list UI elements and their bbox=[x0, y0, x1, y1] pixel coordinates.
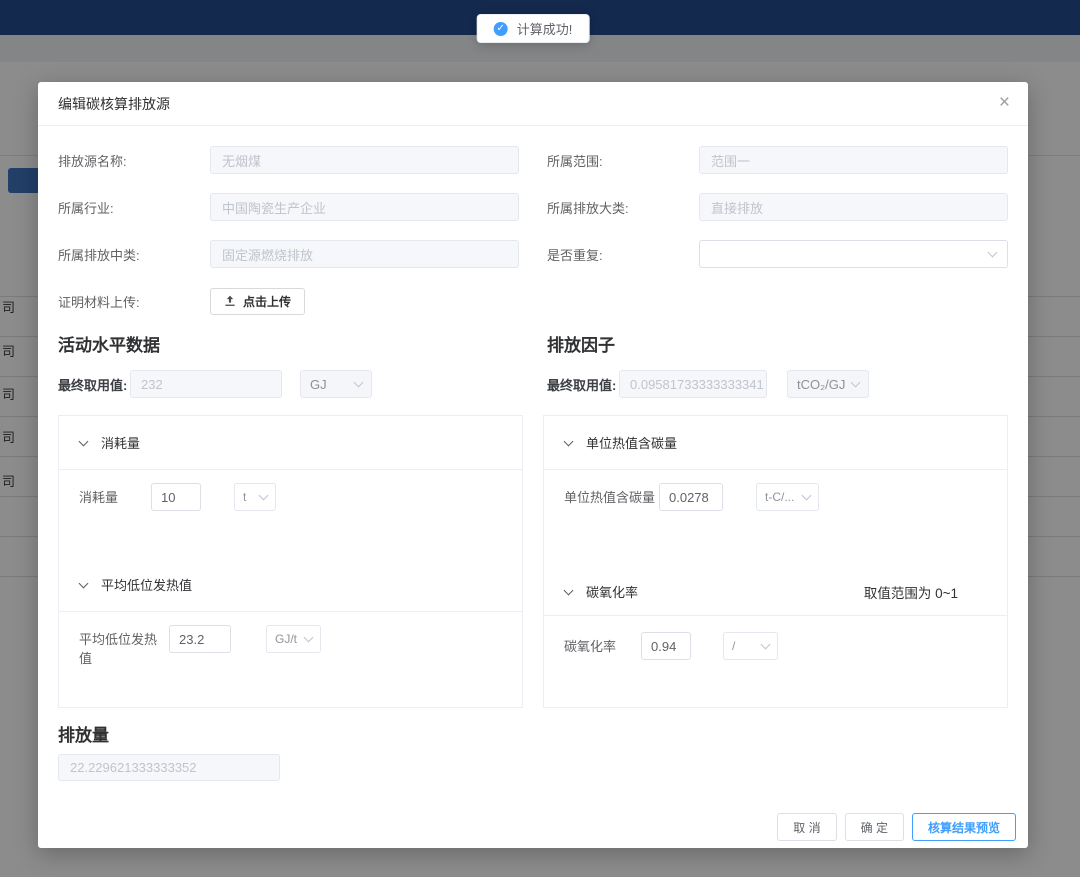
major-category-label: 所属排放大类: bbox=[547, 198, 699, 217]
heating-value-unit-select[interactable]: GJ/t bbox=[266, 625, 321, 653]
scope-label: 所属范围: bbox=[547, 151, 699, 170]
industry-label: 所属行业: bbox=[58, 198, 210, 217]
carbon-content-unit-select[interactable]: t-C/... bbox=[756, 483, 819, 511]
toast-message: 计算成功! bbox=[517, 19, 573, 38]
dialog-footer: 取 消 确 定 核算结果预览 bbox=[777, 813, 1016, 841]
cancel-button[interactable]: 取 消 bbox=[777, 813, 836, 841]
chevron-down-icon bbox=[79, 436, 89, 446]
factor-final-label: 最终取用值: bbox=[547, 375, 619, 394]
major-category-input: 直接排放 bbox=[699, 193, 1008, 221]
mid-category-label: 所属排放中类: bbox=[58, 245, 210, 264]
field-mid-category: 所属排放中类: 固定源燃烧排放 bbox=[58, 240, 519, 268]
field-major-category: 所属排放大类: 直接排放 bbox=[547, 193, 1008, 221]
chevron-down-icon bbox=[851, 378, 861, 388]
oxidation-rate-label: 碳氧化率 bbox=[564, 632, 641, 656]
source-name-label: 排放源名称: bbox=[58, 151, 210, 170]
upload-label: 证明材料上传: bbox=[58, 292, 210, 311]
check-circle-icon: ✓ bbox=[494, 22, 508, 36]
upload-icon bbox=[224, 295, 236, 307]
carbon-content-input[interactable] bbox=[659, 483, 723, 511]
carbon-content-label: 单位热值含碳量 bbox=[564, 483, 659, 507]
activity-final-row: 最终取用值: 232 GJ bbox=[58, 370, 519, 398]
chevron-down-icon bbox=[564, 585, 574, 595]
activity-collapse: 消耗量 消耗量 t bbox=[58, 415, 523, 708]
emission-factor-heading: 排放因子 bbox=[547, 331, 1008, 356]
collapse-title: 平均低位发热值 bbox=[101, 575, 192, 594]
source-name-input: 无烟煤 bbox=[210, 146, 519, 174]
field-is-duplicate: 是否重复: bbox=[547, 240, 1008, 268]
chevron-down-icon bbox=[354, 378, 364, 388]
field-industry: 所属行业: 中国陶瓷生产企业 bbox=[58, 193, 519, 221]
factor-final-unit-select: tCO₂/GJ bbox=[787, 370, 869, 398]
collapse-title: 消耗量 bbox=[101, 433, 140, 452]
activity-data-heading: 活动水平数据 bbox=[58, 331, 519, 356]
emission-amount-input: 22.229621333333352 bbox=[58, 754, 280, 781]
collapse-title: 单位热值含碳量 bbox=[586, 433, 677, 452]
collapse-header-carbon-content[interactable]: 单位热值含碳量 bbox=[544, 416, 1007, 470]
collapse-header-consumption[interactable]: 消耗量 bbox=[59, 416, 522, 470]
factor-final-input: 0.09581733333333341 bbox=[619, 370, 767, 398]
heating-value-label: 平均低位发热值 bbox=[79, 625, 169, 668]
confirm-button[interactable]: 确 定 bbox=[845, 813, 904, 841]
oxidation-rate-hint: 取值范围为 0~1 bbox=[864, 582, 958, 602]
consumption-label: 消耗量 bbox=[79, 483, 151, 507]
chevron-down-icon bbox=[802, 491, 812, 501]
factor-final-row: 最终取用值: 0.09581733333333341 tCO₂/GJ bbox=[547, 370, 1008, 398]
is-duplicate-label: 是否重复: bbox=[547, 245, 699, 264]
collapse-title: 碳氧化率 bbox=[586, 582, 638, 601]
consumption-unit-select[interactable]: t bbox=[234, 483, 276, 511]
scope-input: 范围一 bbox=[699, 146, 1008, 174]
field-source-name: 排放源名称: 无烟煤 bbox=[58, 146, 519, 174]
collapse-header-oxidation-rate[interactable]: 碳氧化率 取值范围为 0~1 bbox=[544, 568, 1007, 616]
edit-emission-source-dialog: 编辑碳核算排放源 × 排放源名称: 无烟煤 所属范围: 范围一 所属行业: 中国… bbox=[38, 82, 1028, 848]
field-upload: 证明材料上传: 点击上传 bbox=[58, 287, 1008, 315]
emission-amount-heading: 排放量 bbox=[58, 721, 1008, 746]
consumption-input[interactable] bbox=[151, 483, 201, 511]
oxidation-rate-unit-select[interactable]: / bbox=[723, 632, 778, 660]
mid-category-input: 固定源燃烧排放 bbox=[210, 240, 519, 268]
dialog-header: 编辑碳核算排放源 × bbox=[38, 82, 1028, 126]
chevron-down-icon bbox=[79, 578, 89, 588]
chevron-down-icon bbox=[304, 633, 314, 643]
activity-final-label: 最终取用值: bbox=[58, 375, 130, 394]
dialog-body: 排放源名称: 无烟煤 所属范围: 范围一 所属行业: 中国陶瓷生产企业 所属排放… bbox=[38, 126, 1028, 801]
factor-collapse: 单位热值含碳量 单位热值含碳量 t-C/... bbox=[543, 415, 1008, 708]
close-icon[interactable]: × bbox=[999, 91, 1010, 115]
activity-final-unit-select: GJ bbox=[300, 370, 372, 398]
chevron-down-icon bbox=[259, 491, 269, 501]
field-scope: 所属范围: 范围一 bbox=[547, 146, 1008, 174]
upload-button[interactable]: 点击上传 bbox=[210, 288, 305, 315]
result-preview-button[interactable]: 核算结果预览 bbox=[912, 813, 1016, 841]
chevron-down-icon bbox=[988, 248, 998, 258]
heating-value-input[interactable] bbox=[169, 625, 231, 653]
chevron-down-icon bbox=[761, 640, 771, 650]
success-toast: ✓ 计算成功! bbox=[477, 14, 590, 43]
industry-input: 中国陶瓷生产企业 bbox=[210, 193, 519, 221]
chevron-down-icon bbox=[564, 436, 574, 446]
activity-final-input: 232 bbox=[130, 370, 282, 398]
dialog-title: 编辑碳核算排放源 bbox=[58, 94, 170, 114]
oxidation-rate-input[interactable] bbox=[641, 632, 691, 660]
collapse-header-heating-value[interactable]: 平均低位发热值 bbox=[59, 558, 522, 612]
is-duplicate-select[interactable] bbox=[699, 240, 1008, 268]
